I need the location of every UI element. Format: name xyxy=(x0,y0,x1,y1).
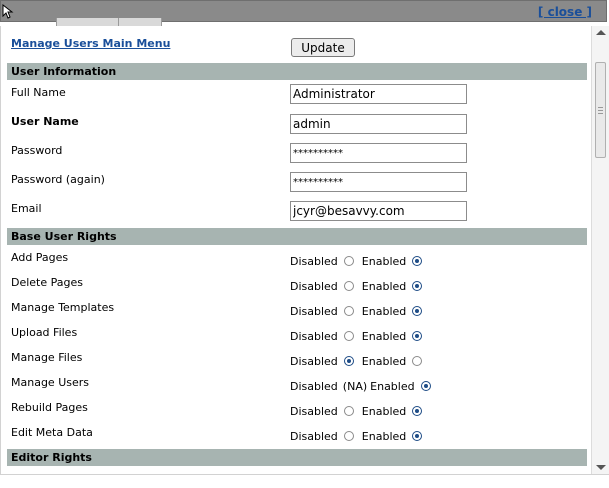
password-again-label: Password (again) xyxy=(11,173,105,186)
disabled-label: Disabled xyxy=(290,330,338,343)
disabled-label: Disabled xyxy=(290,355,338,368)
right-options: Disabled (NA) Enabled xyxy=(290,380,439,393)
right-options: Disabled Enabled xyxy=(290,305,430,318)
enabled-label: Enabled xyxy=(361,430,407,443)
password-field[interactable] xyxy=(290,143,467,163)
enabled-label: Enabled xyxy=(361,405,407,418)
enabled-radio[interactable] xyxy=(412,256,423,266)
section-editor-rights: Editor Rights xyxy=(7,449,587,466)
na-label: (NA) xyxy=(342,380,368,393)
enabled-label: Enabled xyxy=(361,280,407,293)
full-name-field[interactable] xyxy=(290,84,467,104)
right-label: Edit Meta Data xyxy=(11,426,93,439)
tab-stub xyxy=(118,18,162,26)
right-options: Disabled Enabled xyxy=(290,430,430,443)
scroll-up-icon[interactable] xyxy=(596,30,606,35)
right-label: Manage Templates xyxy=(11,301,115,314)
enabled-label: Enabled xyxy=(361,255,407,268)
disabled-label: Disabled xyxy=(290,305,338,318)
disabled-radio[interactable] xyxy=(343,331,354,341)
password-label: Password xyxy=(11,144,63,157)
right-label: Add Pages xyxy=(11,251,69,264)
user-form: Manage Users Main Menu Update User Infor… xyxy=(7,26,587,484)
enabled-radio[interactable] xyxy=(412,431,423,441)
move-icon[interactable] xyxy=(1,3,15,19)
right-options: Disabled Enabled xyxy=(290,280,430,293)
right-label: Upload Files xyxy=(11,326,78,339)
tab-stub xyxy=(56,18,120,26)
close-link[interactable]: [ close ] xyxy=(538,5,592,19)
enabled-label: Enabled xyxy=(361,330,407,343)
section-user-information: User Information xyxy=(7,63,587,80)
right-options: Disabled Enabled xyxy=(290,255,430,268)
email-label: Email xyxy=(11,202,42,215)
user-name-field[interactable] xyxy=(290,114,467,134)
user-name-label: User Name xyxy=(11,115,79,128)
dialog-body: Manage Users Main Menu Update User Infor… xyxy=(0,26,609,484)
disabled-label: Disabled xyxy=(290,380,338,393)
enabled-radio[interactable] xyxy=(412,356,423,366)
full-name-label: Full Name xyxy=(11,86,66,99)
right-label: Manage Users xyxy=(11,376,89,389)
disabled-radio[interactable] xyxy=(343,406,354,416)
enabled-label: Enabled xyxy=(370,380,415,393)
disabled-radio[interactable] xyxy=(343,356,354,366)
right-label: Manage Files xyxy=(11,351,83,364)
right-label: Rebuild Pages xyxy=(11,401,88,414)
disabled-radio[interactable] xyxy=(343,281,354,291)
password-again-field[interactable] xyxy=(290,172,467,192)
email-field[interactable] xyxy=(290,201,467,221)
right-options: Disabled Enabled xyxy=(290,355,430,368)
main-menu-link[interactable]: Manage Users Main Menu xyxy=(11,37,170,50)
enabled-label: Enabled xyxy=(361,355,407,368)
enabled-radio[interactable] xyxy=(412,281,423,291)
scroll-down-icon[interactable] xyxy=(596,465,606,470)
update-button[interactable]: Update xyxy=(291,38,355,57)
enabled-radio[interactable] xyxy=(412,331,423,341)
enabled-radio[interactable] xyxy=(412,406,423,416)
disabled-radio[interactable] xyxy=(343,256,354,266)
disabled-label: Disabled xyxy=(290,430,338,443)
section-base-user-rights: Base User Rights xyxy=(7,228,587,245)
enabled-radio[interactable] xyxy=(420,381,431,391)
bottom-edge xyxy=(0,474,609,488)
enabled-label: Enabled xyxy=(361,305,407,318)
right-options: Disabled Enabled xyxy=(290,330,430,343)
disabled-label: Disabled xyxy=(290,255,338,268)
right-options: Disabled Enabled xyxy=(290,405,430,418)
disabled-label: Disabled xyxy=(290,280,338,293)
enabled-radio[interactable] xyxy=(412,306,423,316)
scroll-thumb[interactable] xyxy=(595,62,606,158)
disabled-radio[interactable] xyxy=(343,306,354,316)
vertical-scrollbar[interactable] xyxy=(591,26,609,474)
disabled-label: Disabled xyxy=(290,405,338,418)
right-label: Delete Pages xyxy=(11,276,83,289)
disabled-radio[interactable] xyxy=(343,431,354,441)
